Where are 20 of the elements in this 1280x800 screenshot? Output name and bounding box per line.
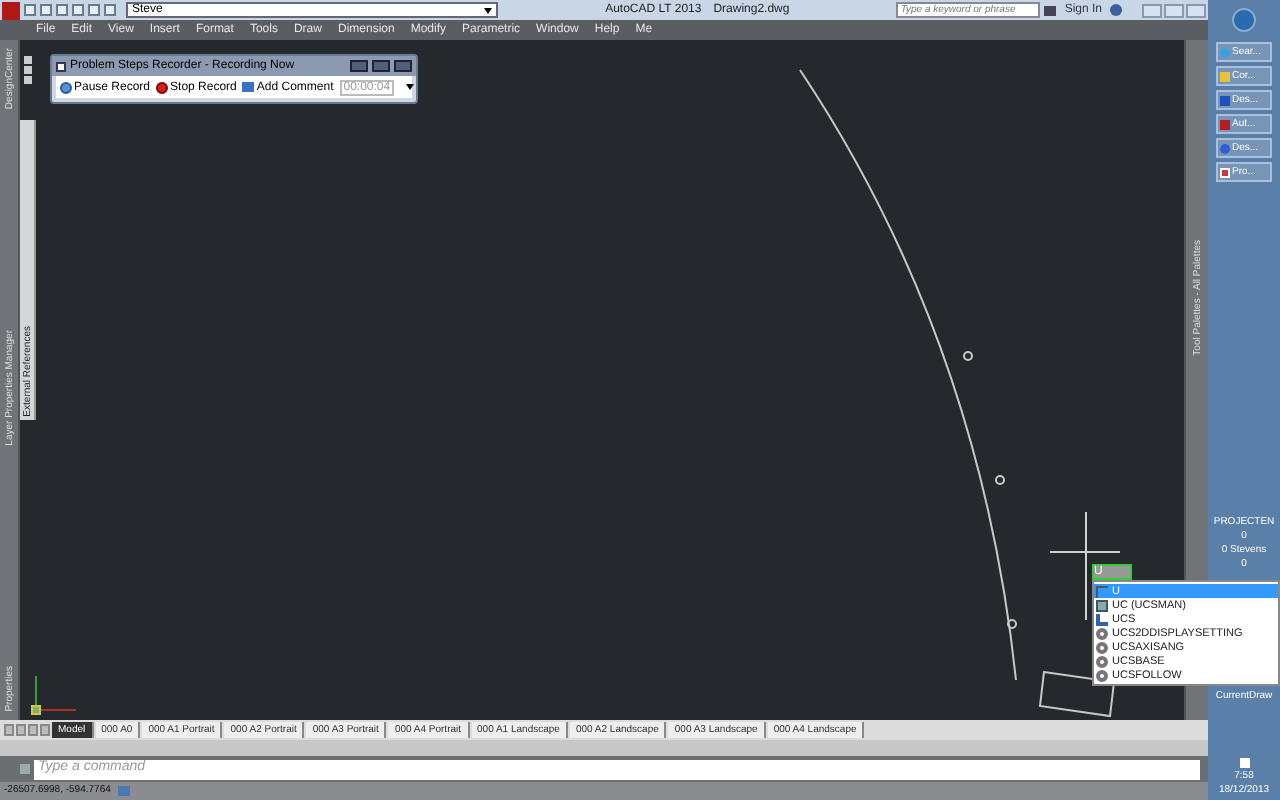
recorder-app-icon [56,61,66,71]
close-button[interactable] [394,60,412,72]
grid-icon [1096,599,1108,611]
minimize-button[interactable] [1142,3,1162,17]
undo-arrow-icon [1096,585,1108,597]
rectangle-drawing [1038,670,1116,718]
help-icon[interactable] [1110,4,1122,16]
caret-icon[interactable] [406,84,415,90]
axes-icon [1096,613,1108,625]
ucs-axes-icon [31,675,77,715]
pause-icon [60,81,72,93]
caret-icon [484,7,492,13]
stop-icon [156,81,169,93]
comment-icon [242,82,255,92]
close-button[interactable] [1186,3,1206,17]
maximize-button[interactable] [1164,3,1184,17]
folder-icon [1220,71,1230,81]
app-logo-icon[interactable] [2,1,20,19]
minimize-button[interactable] [350,60,368,72]
maximize-button[interactable] [372,60,390,72]
